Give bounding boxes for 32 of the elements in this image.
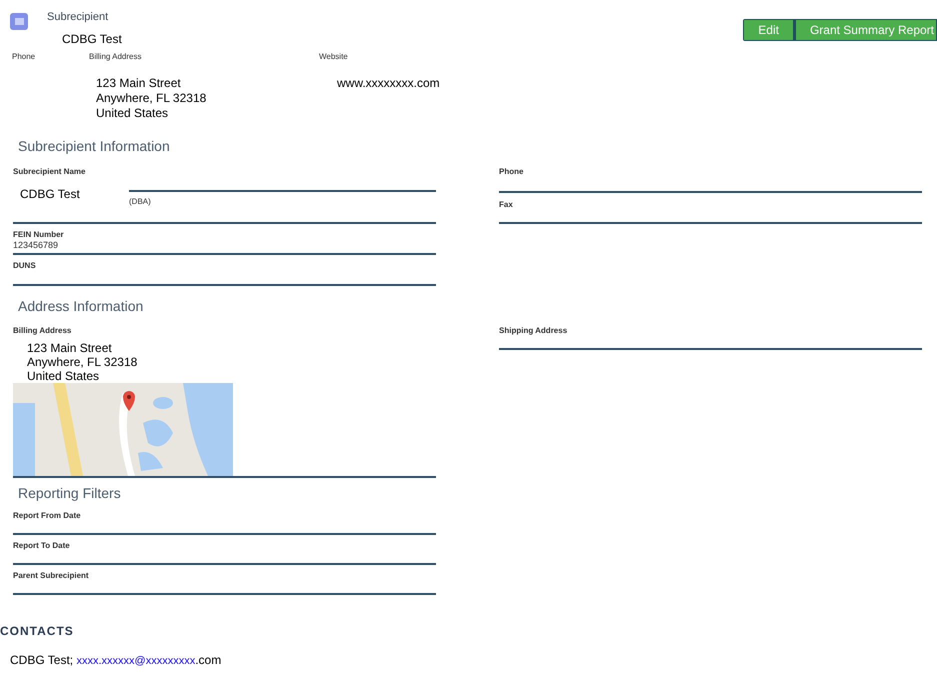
field-label: Report To Date [13, 541, 71, 551]
field-label: FEIN Number [13, 230, 65, 240]
field-label: Phone [499, 167, 524, 177]
address-line: Anywhere, FL 32318 [27, 355, 138, 369]
website-link[interactable]: www.xxxxxxxx.com [337, 76, 937, 91]
field-label: Parent Subrecipient [13, 571, 90, 581]
field-label: DUNS [13, 261, 37, 271]
field-label: Phone [12, 51, 36, 62]
field-label: Fax [499, 200, 514, 210]
field-label: Billing Address [89, 51, 142, 62]
section-heading: Reporting Filters [17, 484, 122, 502]
building-icon [10, 13, 28, 30]
field-label: Subrecipient Name [13, 167, 86, 177]
address-line: United States [27, 369, 100, 383]
address-line: Anywhere, FL 32318 [96, 91, 208, 106]
address-line: 123 Main Street [27, 341, 113, 355]
address-line: United States [96, 106, 170, 121]
record-name: CDBG Test [61, 31, 122, 47]
field-value: CDBG Test [19, 186, 81, 203]
field-label: (DBA) [129, 196, 152, 207]
contact-entry: CDBG Test; xxxx.xxxxxx@xxxxxxxxx.com [10, 653, 222, 668]
field-value: 123456789 [13, 240, 60, 252]
section-heading: CONTACTS [0, 624, 74, 638]
field-label: Shipping Address [499, 326, 568, 336]
field-label: Report From Date [13, 511, 82, 521]
page-title: Subrecipient [47, 10, 110, 24]
field-label: Billing Address [13, 326, 72, 336]
section-heading: Address Information [17, 297, 144, 315]
field-label: Website [319, 51, 349, 62]
section-heading: Subrecipient Information [17, 137, 171, 155]
email-link[interactable]: xxxx.xxxxxx@xxxxxxxxx [76, 655, 196, 667]
address-line: 123 Main Street [96, 76, 182, 91]
